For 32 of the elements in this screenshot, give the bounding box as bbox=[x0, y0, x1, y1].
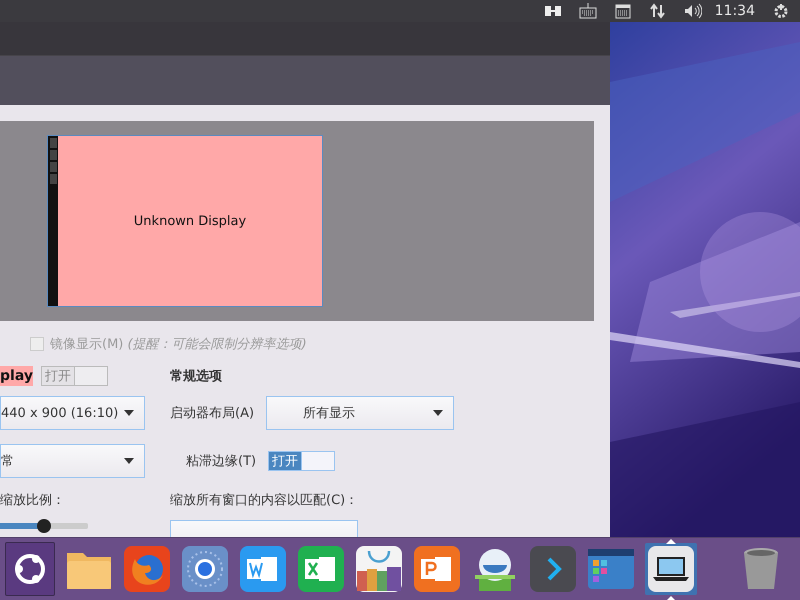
scale-slider[interactable] bbox=[0, 519, 88, 533]
volume-icon[interactable] bbox=[684, 3, 702, 19]
rotation-dropdown[interactable]: 常 bbox=[0, 444, 145, 478]
launcher-label: 启动器布局(A) bbox=[170, 405, 254, 422]
toggle-switch[interactable]: 打开 bbox=[268, 451, 336, 471]
caret-icon bbox=[124, 410, 134, 416]
spreadsheet-x-icon bbox=[297, 545, 345, 593]
chevron-icon bbox=[529, 545, 577, 593]
launcher-dropdown[interactable]: 所有显示 bbox=[266, 396, 454, 430]
displays-icon[interactable] bbox=[544, 3, 562, 19]
scale-all-label: 缩放所有窗口的内容以匹配(C)： bbox=[170, 492, 358, 509]
document-w-icon bbox=[239, 545, 287, 593]
caret-icon bbox=[124, 458, 134, 464]
section-title: 常规选项 bbox=[170, 368, 222, 385]
browser-icon bbox=[181, 545, 229, 593]
fox-globe-icon bbox=[123, 545, 171, 593]
network-arrows-icon[interactable] bbox=[648, 3, 667, 19]
sticky-edges-label: 粘滞边缘(T) bbox=[186, 453, 256, 470]
shopping-bag-icon bbox=[355, 545, 403, 593]
monitor-rectangle[interactable]: Unknown Display bbox=[47, 135, 323, 307]
calendar-icon[interactable] bbox=[614, 3, 632, 19]
caret-icon bbox=[433, 410, 444, 416]
monitor-label: Unknown Display bbox=[134, 214, 246, 228]
clock-time[interactable]: 11:34 bbox=[714, 3, 755, 19]
power-gear-icon[interactable] bbox=[772, 3, 790, 19]
display-name: play bbox=[0, 366, 33, 386]
keyboard-icon[interactable] bbox=[578, 3, 597, 19]
presentation-p-icon bbox=[413, 545, 461, 593]
resolution-dropdown[interactable]: 440 x 900 (16:10) bbox=[0, 396, 145, 430]
scale-label: 缩放比例： bbox=[0, 492, 65, 509]
laptop-icon bbox=[647, 545, 695, 593]
mirror-label: 镜像显示(M) (提醒：可能会限制分辨率选项) bbox=[50, 336, 307, 353]
